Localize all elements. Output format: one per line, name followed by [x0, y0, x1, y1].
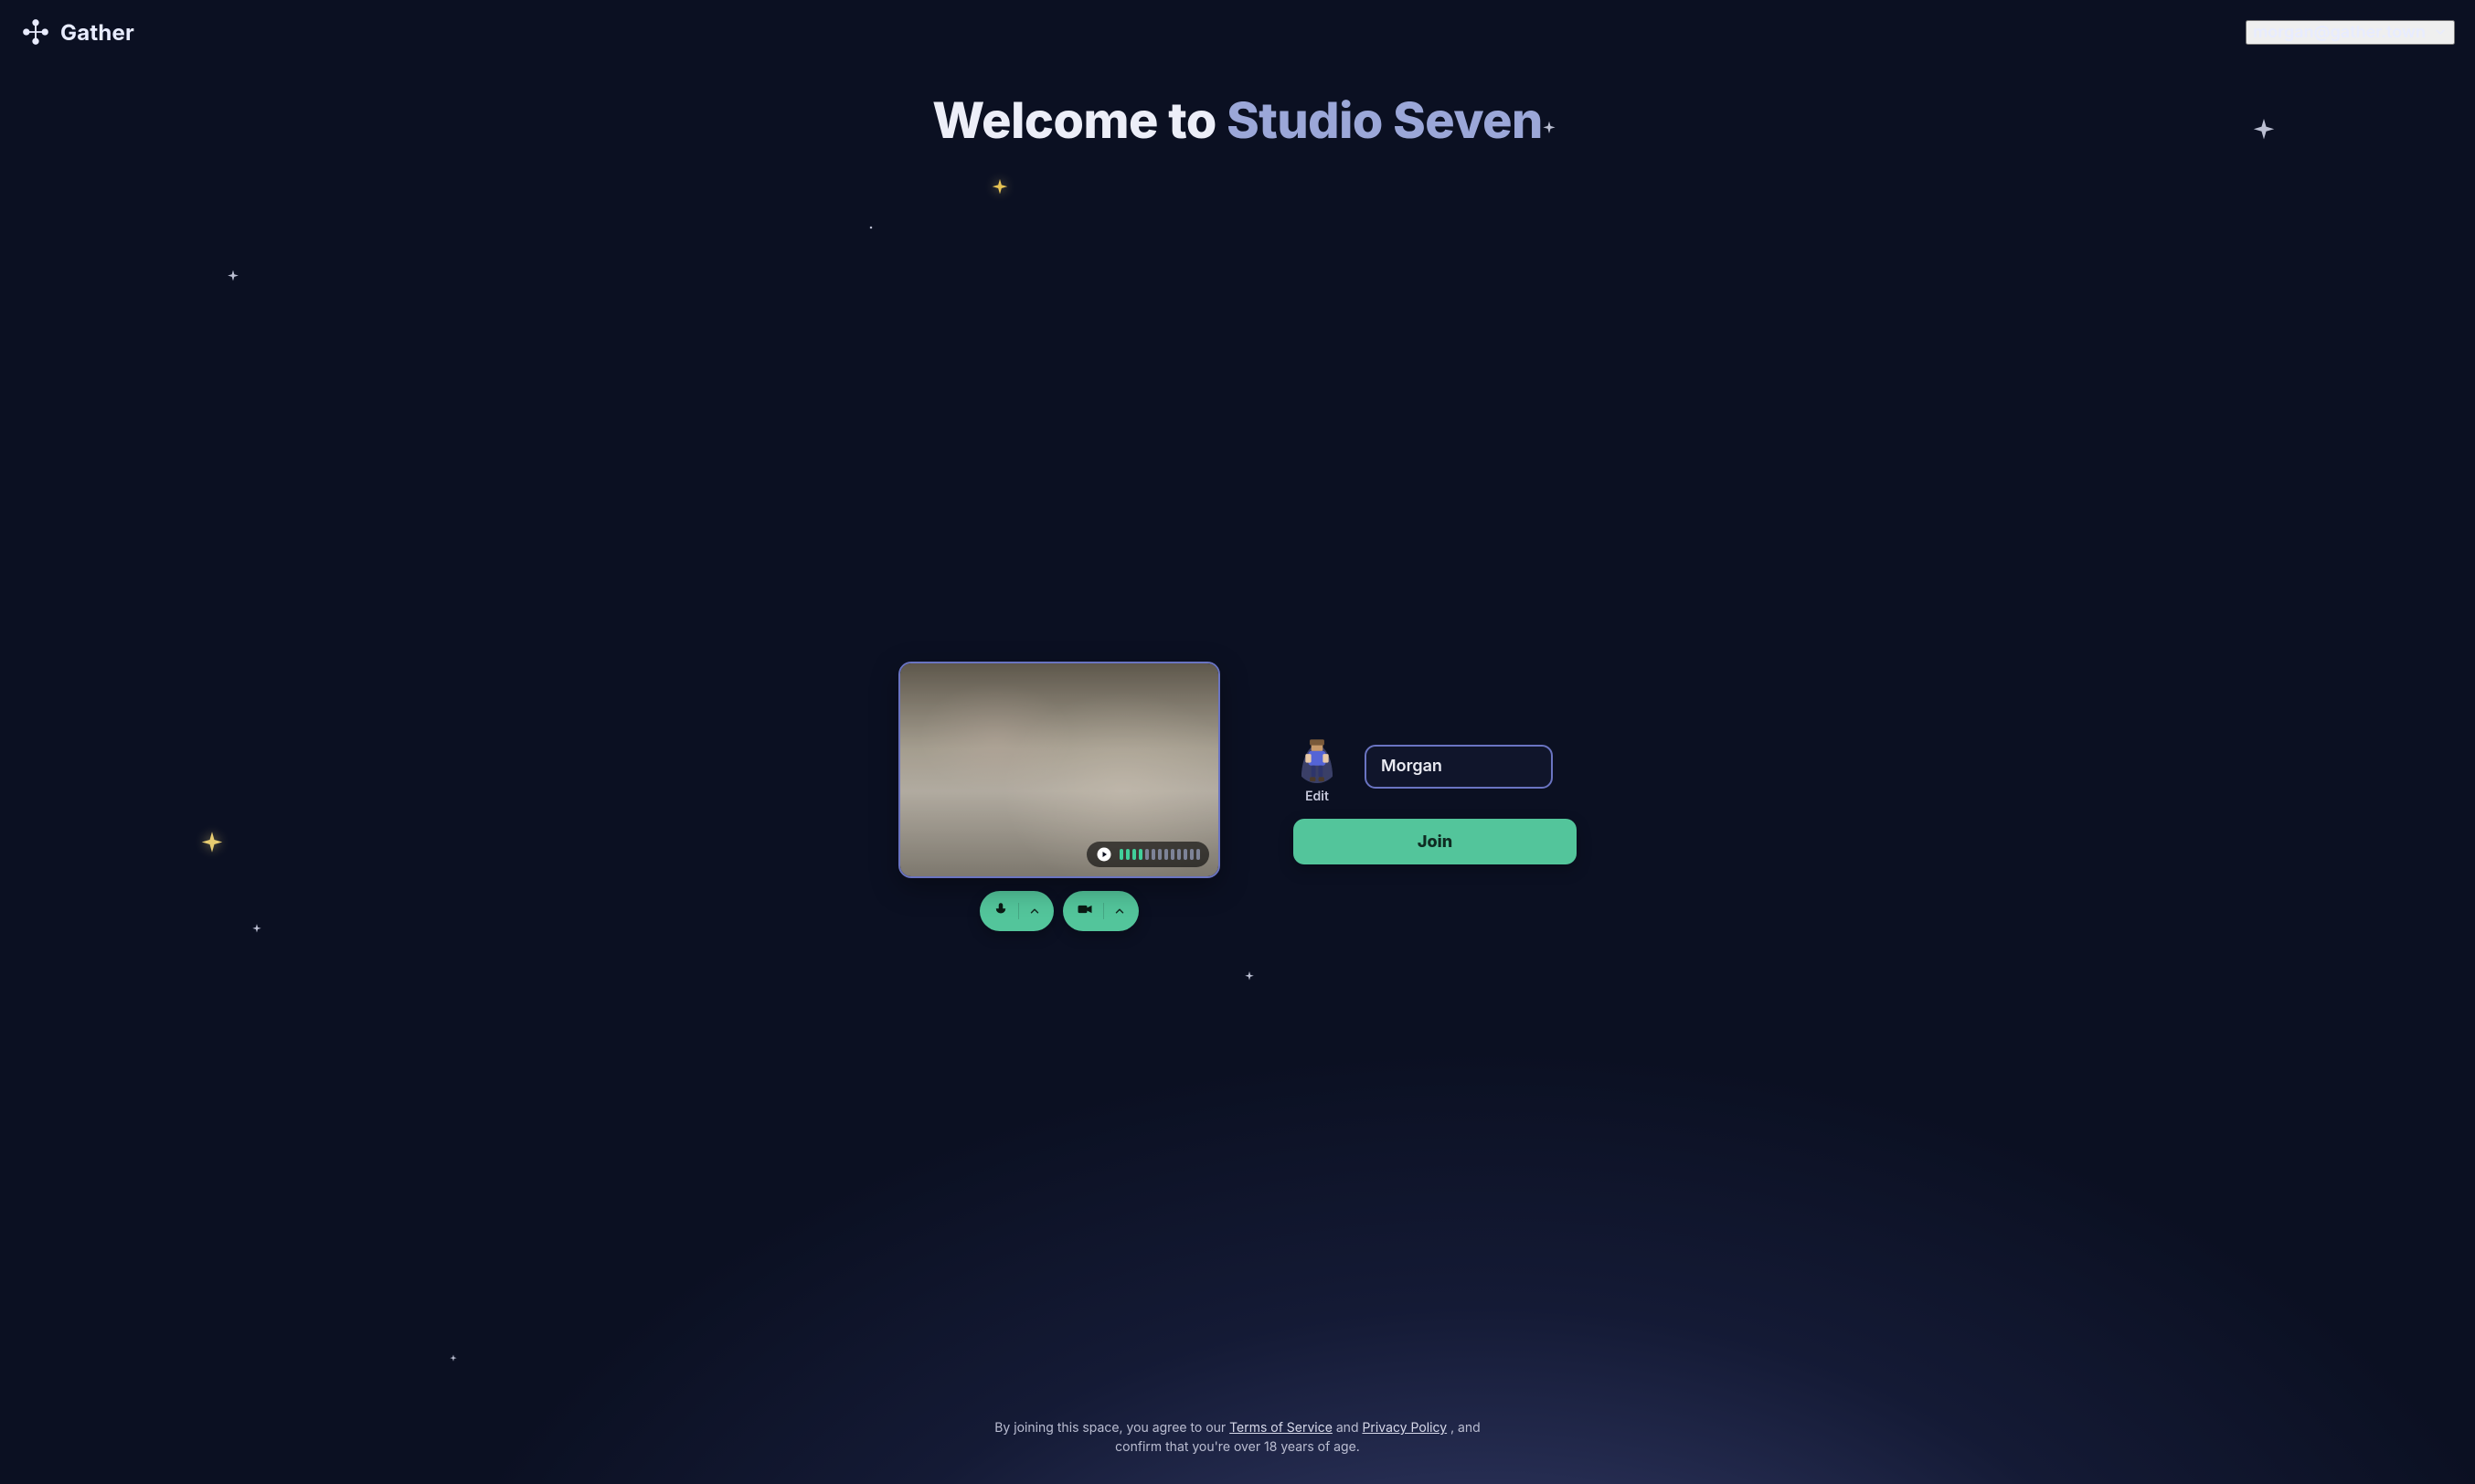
join-button[interactable]: Join — [1293, 819, 1577, 864]
brand-logo: Gather — [20, 16, 134, 48]
divider — [1018, 903, 1019, 919]
legal-mid: and — [1336, 1420, 1363, 1436]
brand-name: Gather — [60, 19, 134, 46]
form-column: Edit Join — [1293, 728, 1577, 864]
avatar-row: Edit — [1293, 728, 1553, 804]
camera-toggle-button[interactable] — [1063, 891, 1139, 931]
video-column — [898, 662, 1220, 931]
page: Welcome to Studio Seven — [0, 48, 2475, 1477]
avatar-sprite-icon — [1300, 739, 1334, 783]
mic-icon — [993, 901, 1009, 921]
space-name: Studio Seven — [1227, 91, 1543, 151]
account-menu[interactable]: morgan@gather.town — [2246, 20, 2455, 45]
audio-meter — [1087, 842, 1209, 867]
gather-logo-icon — [20, 16, 51, 48]
avatar-wrap: Edit — [1293, 728, 1341, 804]
camera-preview — [898, 662, 1220, 878]
legal-pre: By joining this space, you agree to our — [994, 1420, 1229, 1436]
avatar-preview — [1293, 728, 1341, 783]
tos-link[interactable]: Terms of Service — [1229, 1420, 1333, 1436]
content: Edit Join — [0, 175, 2475, 1418]
chevron-up-icon — [1028, 905, 1041, 917]
chevron-down-icon — [2433, 25, 2448, 39]
legal-text: By joining this space, you agree to our … — [982, 1418, 1493, 1477]
play-icon — [1096, 846, 1112, 863]
display-name-input[interactable] — [1365, 745, 1553, 789]
avatar-edit-link[interactable]: Edit — [1305, 789, 1329, 804]
audio-meter-bars — [1120, 849, 1200, 860]
privacy-link[interactable]: Privacy Policy — [1362, 1420, 1447, 1436]
divider — [1103, 903, 1104, 919]
chevron-up-icon — [1113, 905, 1126, 917]
page-title: Welcome to Studio Seven — [0, 91, 2475, 151]
camera-icon — [1076, 900, 1094, 922]
topbar: Gather morgan@gather.town — [0, 0, 2475, 48]
av-controls — [980, 891, 1139, 931]
title-prefix: Welcome to — [932, 91, 1227, 151]
mic-toggle-button[interactable] — [980, 891, 1054, 931]
account-email: morgan@gather.town — [2253, 23, 2426, 42]
